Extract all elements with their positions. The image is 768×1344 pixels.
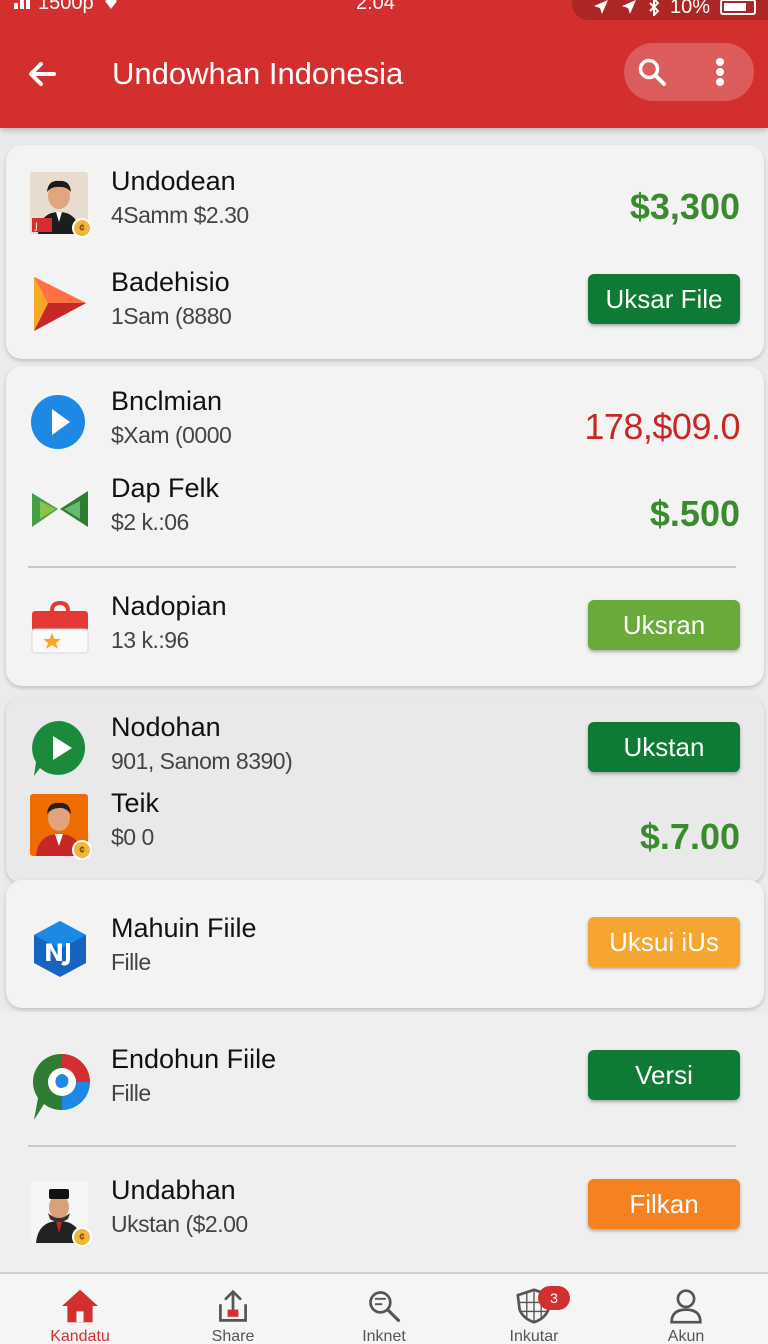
item-action-button[interactable]: Uksran [588, 600, 740, 650]
back-button[interactable] [18, 50, 66, 98]
coin-badge-icon: ¢ [72, 218, 92, 238]
search-icon [638, 58, 666, 86]
location-icon [593, 0, 608, 14]
list-item[interactable]: ¢ Teik $0 0 $.7.00 [30, 784, 740, 864]
list-item[interactable]: ¢ Undabhan Ukstan ($2.00 Filkan [30, 1171, 740, 1251]
bluetooth-icon [649, 0, 660, 16]
item-subtitle: 901, Sanom 8390) [111, 748, 293, 774]
avatar-icon: ¢ [30, 1181, 92, 1247]
list-item[interactable]: Endohun Fiile Fille Versi [30, 1040, 740, 1120]
item-name: Dap Felk [111, 473, 220, 503]
divider [28, 1145, 736, 1147]
bottom-nav: Kandatu Share Inknet 3 Inkutar Akun [0, 1272, 768, 1344]
more-vertical-icon [716, 58, 724, 86]
more-options-button[interactable] [700, 48, 740, 96]
green-bowtie-icon [32, 491, 88, 527]
nav-label: Inknet [362, 1328, 406, 1344]
item-amount: $.500 [649, 493, 740, 534]
list-item[interactable]: Bnclmian $Xam (0000 178,$09.0 [30, 382, 740, 462]
briefcase-icon [31, 600, 89, 654]
nav-label: Inkutar [509, 1328, 559, 1344]
list-item[interactable]: Dap Felk $2 k.:06 $.500 [30, 469, 740, 549]
item-amount: 178,$09.0 [584, 406, 740, 447]
item-subtitle: $Xam (0000 [111, 422, 232, 448]
item-subtitle: Ukstan ($2.00 [111, 1211, 248, 1237]
avatar-icon: ¢ [30, 794, 92, 860]
play-circle-icon [31, 395, 85, 449]
upload-icon [219, 1289, 247, 1322]
list-item[interactable]: Nodohan 901, Sanom 8390) Ukstan [30, 708, 740, 788]
item-name: Teik [111, 788, 160, 818]
nav-item-share[interactable]: Share [193, 1288, 273, 1344]
item-amount: $.7.00 [639, 816, 740, 857]
list-item[interactable]: Badehisio 1Sam (8880 Uksar File [30, 263, 740, 343]
item-action-button[interactable]: Uksui iUs [588, 917, 740, 967]
play-store-triangle-icon [34, 277, 86, 331]
list-item[interactable]: Nadopian 13 k.:96 Uksran [30, 587, 740, 667]
item-name: Mahuin Fiile [111, 913, 257, 943]
item-action-button[interactable]: Filkan [588, 1179, 740, 1229]
divider [28, 566, 736, 568]
avatar-icon: J ¢ [30, 172, 92, 238]
nav-label: Kandatu [50, 1328, 110, 1344]
item-name: Endohun Fiile [111, 1044, 277, 1074]
coin-badge-icon: ¢ [72, 840, 92, 860]
search-button[interactable] [628, 48, 676, 96]
nav-label: Share [211, 1328, 255, 1344]
item-subtitle: Fille [111, 949, 151, 975]
arrow-left-icon [29, 62, 56, 86]
nav-item-account[interactable]: Akun [646, 1288, 726, 1344]
status-bar: 1500p 2:04 10% [0, 0, 768, 20]
home-icon [62, 1289, 98, 1323]
item-subtitle: Fille [111, 1080, 151, 1106]
signal-icon [14, 0, 30, 9]
status-left-text: 1500p [38, 0, 94, 14]
item-subtitle: $0 0 [111, 824, 154, 850]
item-name: Nadopian [111, 591, 227, 621]
item-action-button[interactable]: Versi [588, 1050, 740, 1100]
colorful-chat-icon [32, 1053, 90, 1120]
battery-icon [720, 0, 756, 15]
item-action-button[interactable]: Uksar File [588, 274, 740, 324]
svg-text:J: J [34, 222, 38, 232]
item-name: Badehisio [111, 267, 230, 297]
list-item[interactable]: J ¢ Undodean 4Samm $2.30 $3,300 [30, 162, 740, 242]
coin-badge-icon: ¢ [72, 1227, 92, 1247]
list-item[interactable]: N Mahuin Fiile Fille Uksui iUs [30, 909, 740, 989]
notification-badge: 3 [538, 1286, 570, 1310]
nav-item-home[interactable]: Kandatu [40, 1288, 120, 1344]
item-subtitle: 4Samm $2.30 [111, 202, 249, 228]
item-action-button[interactable]: Ukstan [588, 722, 740, 772]
navigation-icon [621, 0, 636, 14]
item-subtitle: $2 k.:06 [111, 509, 189, 535]
wifi-icon [104, 0, 117, 9]
item-subtitle: 13 k.:96 [111, 627, 189, 653]
blue-hex-icon: N [34, 921, 86, 977]
app-bar: 1500p 2:04 10% Undowhan Indonesia [0, 0, 768, 128]
item-name: Bnclmian [111, 386, 223, 416]
item-name: Nodohan [111, 712, 221, 742]
nav-item-inkutar[interactable]: 3 Inkutar [494, 1286, 574, 1344]
search-doc-icon [369, 1291, 400, 1322]
page-title: Undowhan Indonesia [112, 56, 404, 91]
nav-item-inknet[interactable]: Inknet [344, 1288, 424, 1344]
nav-label: Akun [667, 1328, 705, 1344]
item-amount: $3,300 [629, 186, 740, 227]
battery-percent: 10% [669, 0, 710, 18]
item-subtitle: 1Sam (8880 [111, 303, 232, 329]
item-name: Undodean [111, 166, 236, 196]
person-icon [670, 1289, 702, 1324]
status-time: 2:04 [356, 0, 395, 14]
play-chat-icon [32, 720, 86, 776]
item-name: Undabhan [111, 1175, 236, 1205]
svg-text:N: N [44, 939, 64, 967]
